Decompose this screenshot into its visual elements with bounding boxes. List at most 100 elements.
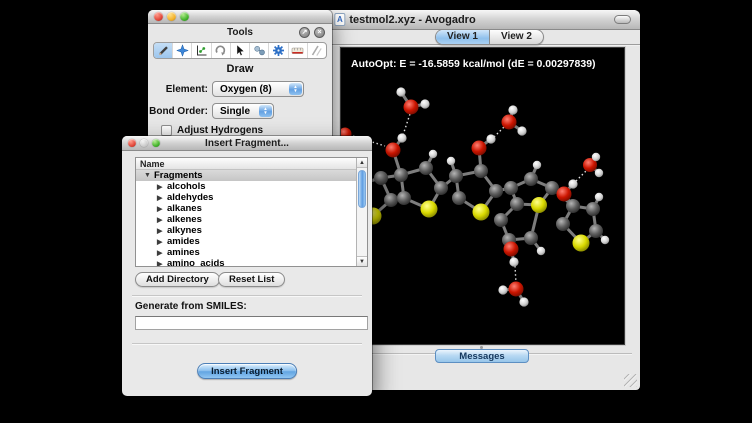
chart-icon [195,44,208,57]
cursor-icon [233,44,246,57]
ruler-icon [291,44,304,57]
separator [132,295,362,296]
toolbar-pill-button[interactable] [614,15,631,24]
autoopt-status-text: AutoOpt: E = -16.5859 kcal/mol (dE = 0.0… [351,58,596,70]
selection-tool-button[interactable] [231,43,250,58]
tree-item[interactable]: ▶alkanes [136,203,357,214]
smiles-input[interactable] [135,316,368,330]
collapsed-triangle-icon[interactable]: ▶ [157,205,167,213]
tree-item[interactable]: ▶alcohols [136,181,357,192]
tree-item[interactable]: ▶alkenes [136,214,357,225]
navigate-star-icon [176,44,189,57]
adjust-hydrogens-row: Adjust Hydrogens [161,125,263,136]
manipulate-tool-button[interactable] [212,43,231,58]
select-stepper-icon: ▲▼ [259,105,272,117]
tree-item[interactable]: ▶alkynes [136,225,357,236]
rotate-arrow-icon [214,44,227,57]
messages-button[interactable]: Messages [435,349,529,363]
minimize-traffic-light[interactable] [140,139,148,147]
fragment-tree: Name ▼ Fragments ▶alcohols ▶aldehydes ▶a… [135,157,368,267]
tree-item-fragments[interactable]: ▼ Fragments [136,170,357,181]
tools-window-titlebar[interactable] [148,10,332,24]
tree-header-name[interactable]: Name [136,158,367,170]
collapsed-triangle-icon[interactable]: ▶ [157,249,167,257]
collapsed-triangle-icon[interactable]: ▶ [157,238,167,246]
pencil-icon [157,44,170,57]
element-select[interactable]: Oxygen (8) ▲▼ [212,81,304,97]
gl-viewport[interactable]: AutoOpt: E = -16.5859 kcal/mol (dE = 0.0… [340,47,625,345]
smiles-label: Generate from SMILES: [135,301,247,312]
tree-scrollbar[interactable]: ▲ ▼ [356,158,367,266]
tree-item-label: alkenes [167,214,202,225]
tree-item-label: alkanes [167,203,202,214]
minimize-traffic-light[interactable] [167,12,176,21]
tree-item[interactable]: ▶amino_acids [136,258,357,267]
tree-item[interactable]: ▶aldehydes [136,192,357,203]
molecule-render [341,48,624,344]
collapsed-triangle-icon[interactable]: ▶ [157,183,167,191]
collapsed-triangle-icon[interactable]: ▶ [157,260,167,268]
tree-item-label: amines [167,247,200,258]
scroll-up-icon[interactable]: ▲ [357,158,367,168]
molecules-icon [253,44,266,57]
bond-order-label: Bond Order: [148,106,212,117]
tools-window: Tools ↗ × [148,10,332,142]
bond-order-selected-value: Single [220,106,250,117]
auto-optimize-tool-button[interactable] [269,43,288,58]
element-label: Element: [148,84,212,95]
tree-item-label: amides [167,236,200,247]
navigate-tool-button[interactable] [173,43,192,58]
scrollbar-thumb[interactable] [358,170,366,208]
tree-item-label: aldehydes [167,192,213,203]
bond-order-row: Bond Order: Single ▲▼ [148,103,332,119]
main-window-title-group: A testmol2.xyz - Avogadro [334,13,475,26]
dock-float-icon[interactable]: ↗ [299,27,310,38]
insert-fragment-window: Insert Fragment... Name ▼ Fragments ▶alc… [122,136,372,396]
auto-rotate-tool-button[interactable] [250,43,269,58]
collapsed-triangle-icon[interactable]: ▶ [157,216,167,224]
desktop: A testmol2.xyz - Avogadro View 1 View 2 … [0,0,752,423]
resize-grip[interactable] [624,374,637,387]
tree-item-label: amino_acids [167,258,225,267]
tab-view-1[interactable]: View 1 [436,30,490,44]
close-traffic-light[interactable] [154,12,163,21]
reset-list-button[interactable]: Reset List [218,272,285,287]
align-lines-icon [310,44,323,57]
collapsed-triangle-icon[interactable]: ▶ [157,227,167,235]
main-window-title: testmol2.xyz - Avogadro [349,14,475,26]
zoom-traffic-light[interactable] [180,12,189,21]
tool-selector-toolbar [153,42,327,59]
align-tool-button[interactable] [308,43,326,58]
close-traffic-light[interactable] [128,139,136,147]
dock-close-icon[interactable]: × [314,27,325,38]
tree-item[interactable]: ▶amines [136,247,357,258]
tree-item[interactable]: ▶amides [136,236,357,247]
scroll-down-icon[interactable]: ▼ [357,256,367,266]
tree-item-label: alkynes [167,225,202,236]
adjust-hydrogens-checkbox[interactable] [161,125,172,136]
bond-order-select[interactable]: Single ▲▼ [212,103,274,119]
view-tab-bar: View 1 View 2 [435,29,544,45]
tools-title: Tools [227,27,253,38]
separator [132,343,362,344]
adjust-hydrogens-label: Adjust Hydrogens [177,125,263,136]
expanded-triangle-icon[interactable]: ▼ [144,172,154,179]
element-row: Element: Oxygen (8) ▲▼ [148,81,332,97]
measure-tool-button[interactable] [289,43,308,58]
zoom-traffic-light[interactable] [152,139,160,147]
draw-tool-button[interactable] [154,43,173,58]
gear-icon [272,44,285,57]
bond-centric-tool-button[interactable] [192,43,211,58]
tree-item-label: Fragments [154,170,203,181]
element-selected-value: Oxygen (8) [220,84,272,95]
tab-view-2[interactable]: View 2 [490,30,543,44]
document-icon: A [334,13,345,26]
active-tool-title: Draw [148,63,332,75]
select-stepper-icon: ▲▼ [289,83,302,95]
add-directory-button[interactable]: Add Directory [135,272,220,287]
tree-item-label: alcohols [167,181,206,192]
insert-fragment-titlebar[interactable]: Insert Fragment... [122,136,372,151]
insert-fragment-button[interactable]: Insert Fragment [197,363,297,379]
collapsed-triangle-icon[interactable]: ▶ [157,194,167,202]
tools-dock-header: Tools ↗ × [148,24,332,41]
